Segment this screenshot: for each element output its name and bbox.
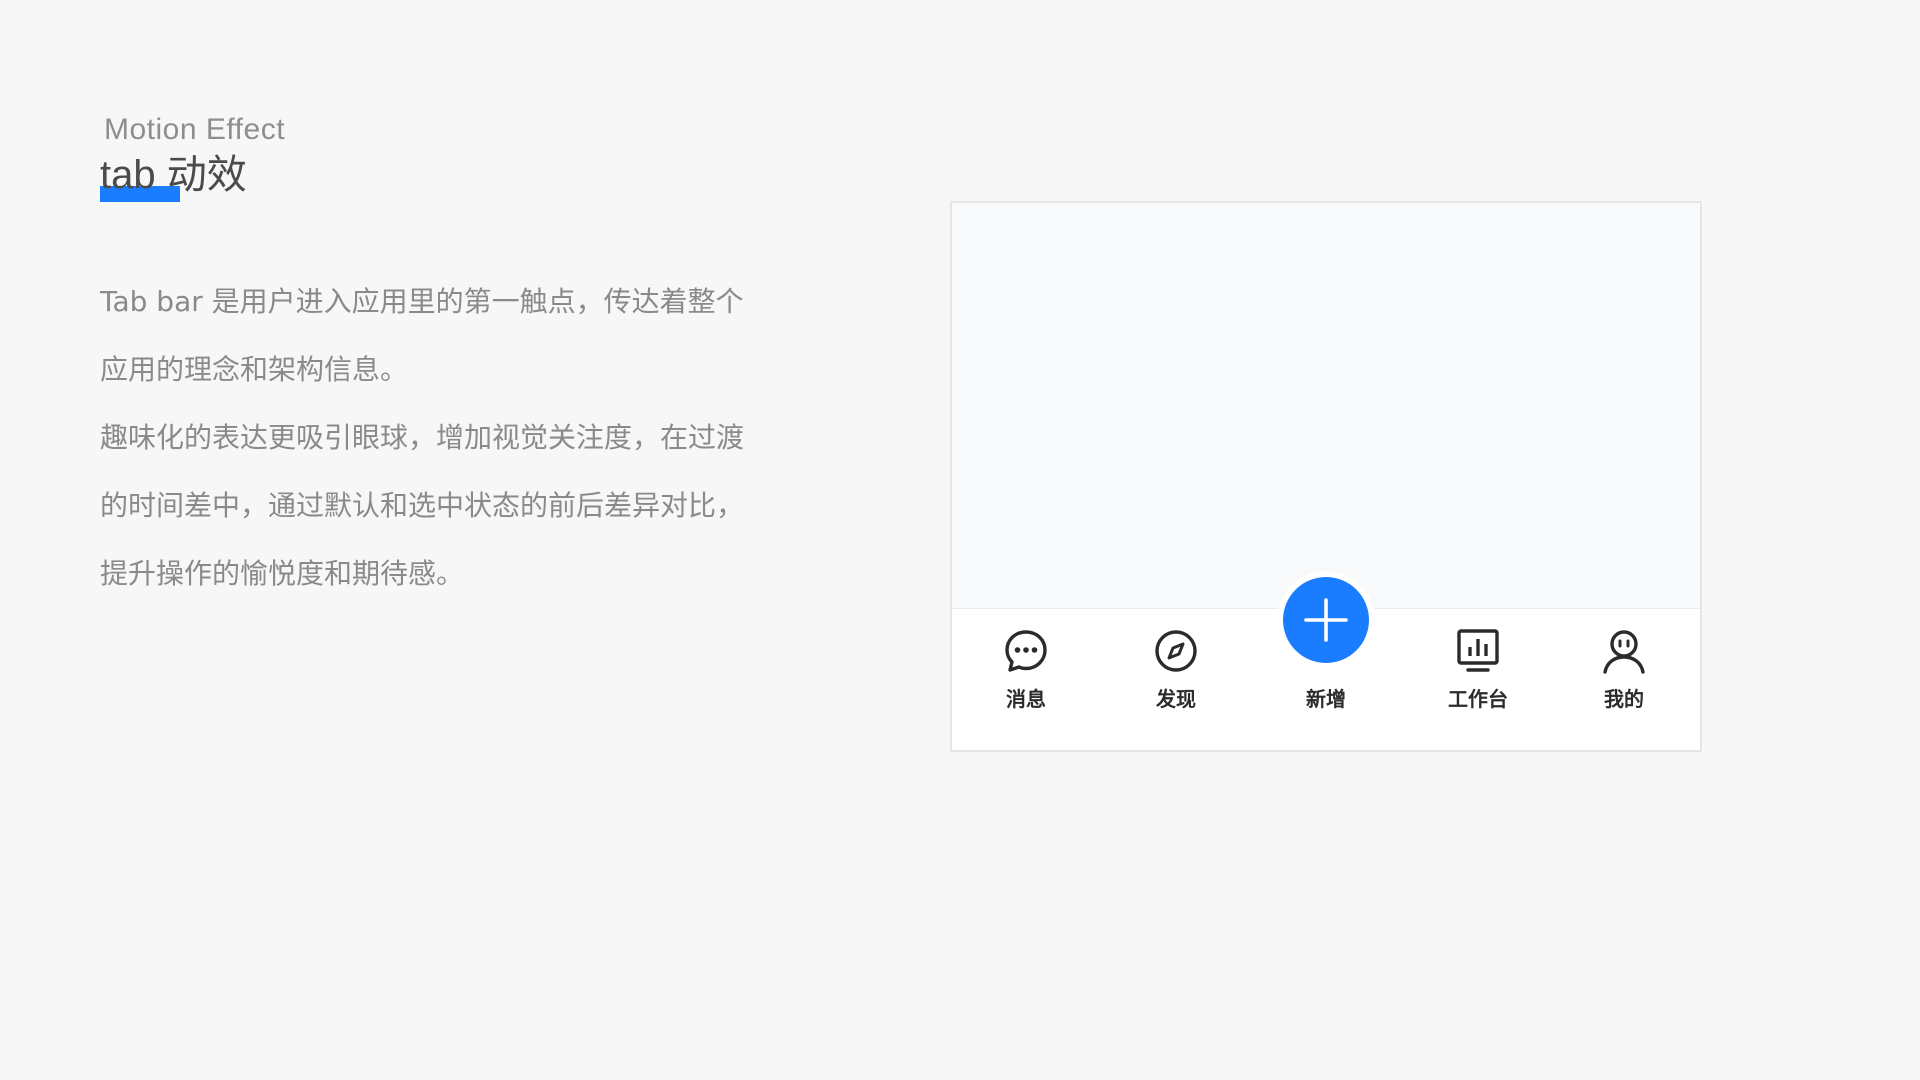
add-button[interactable] (1283, 577, 1369, 663)
user-icon (1603, 630, 1645, 674)
description-line: 的时间差中，通过默认和选中状态的前后差异对比， (100, 489, 745, 522)
plus-icon (1304, 598, 1348, 642)
tab-bar: 消息 发现 新增 工作台 我的 (952, 577, 1700, 750)
message-icon (1005, 630, 1047, 672)
description-line: 提升操作的愉悦度和期待感。 (100, 557, 465, 590)
description-line: Tab bar 是用户进入应用里的第一触点，传达着整个 (100, 285, 744, 318)
tab-profile[interactable]: 我的 (1564, 627, 1684, 727)
phone-mockup: 消息 发现 新增 工作台 我的 (950, 201, 1702, 752)
description-line: 应用的理念和架构信息。 (100, 353, 409, 386)
page-title: tab 动效 (100, 153, 247, 197)
tab-label: 工作台 (1448, 687, 1508, 711)
page: Motion Effect tab 动效 Tab bar 是用户进入应用里的第一… (0, 0, 1920, 1080)
tab-workbench[interactable]: 工作台 (1418, 627, 1538, 727)
eyebrow-text: Motion Effect (104, 113, 286, 146)
tab-messages[interactable]: 消息 (966, 627, 1086, 727)
tab-discover[interactable]: 发现 (1116, 627, 1236, 727)
title-block: tab 动效 (100, 150, 247, 206)
description: Tab bar 是用户进入应用里的第一触点，传达着整个 应用的理念和架构信息。 … (100, 268, 820, 608)
compass-icon (1155, 630, 1197, 672)
dashboard-icon (1457, 629, 1499, 672)
tab-label: 我的 (1604, 687, 1644, 711)
tab-label: 发现 (1156, 687, 1196, 711)
add-label: 新增 (1306, 687, 1346, 711)
tab-label: 消息 (1006, 687, 1046, 711)
description-line: 趣味化的表达更吸引眼球，增加视觉关注度，在过渡 (100, 421, 745, 454)
